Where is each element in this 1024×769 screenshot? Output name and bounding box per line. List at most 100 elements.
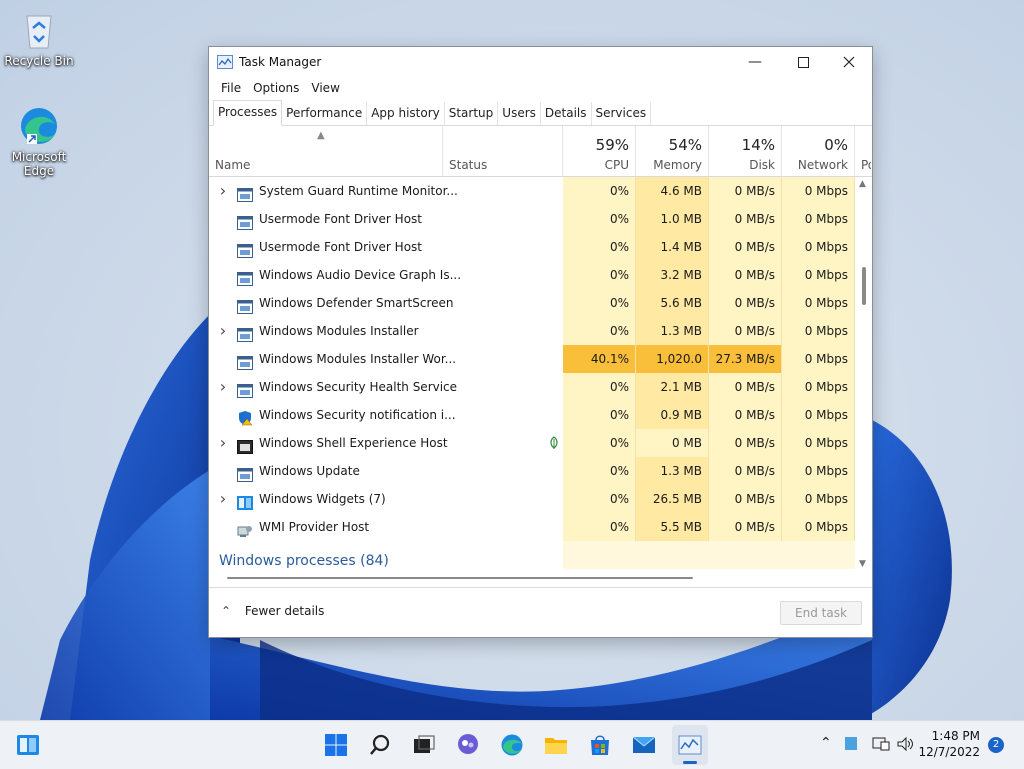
column-header-cpu[interactable]: 59% CPU: [563, 126, 636, 176]
table-row[interactable]: Usermode Font Driver Host 0% 1.0 MB 0 MB/s 0…: [209, 205, 857, 233]
tab-processes[interactable]: Processes: [213, 100, 283, 126]
widgets-icon[interactable]: [16, 733, 40, 757]
process-name-cell: Usermode Font Driver Host: [209, 205, 443, 233]
status-cell: [443, 485, 563, 513]
cpu-total: 59%: [595, 136, 629, 154]
desktop-icon-recycle-bin[interactable]: Recycle Bin: [4, 8, 74, 68]
column-header-row: ▲ Name Status 59% CPU 54% Memory 14% Dis…: [209, 126, 872, 177]
disk-cell: 0 MB/s: [709, 233, 782, 261]
menu-options[interactable]: Options: [247, 81, 305, 95]
store-icon[interactable]: [588, 733, 612, 757]
column-header-network[interactable]: 0% Network: [782, 126, 855, 176]
start-icon[interactable]: [324, 733, 348, 757]
show-hidden-icons-chevron-icon[interactable]: ⌃: [820, 735, 832, 751]
task-manager-window: Task Manager — File Options View Process…: [208, 46, 873, 638]
menu-view[interactable]: View: [305, 81, 345, 95]
table-row[interactable]: Windows Audio Device Graph Is... 0% 3.2 MB…: [209, 261, 857, 289]
task-view-icon[interactable]: [412, 733, 436, 757]
tab-startup[interactable]: Startup: [445, 102, 499, 125]
horizontal-scrollbar[interactable]: [209, 571, 857, 585]
table-row[interactable]: Windows Security notification i... 0% 0.9 …: [209, 401, 857, 429]
table-row[interactable]: › System Guard Runtime Monitor... 0% 4.6 MB…: [209, 177, 857, 205]
desktop-icon-label: Microsoft Edge: [11, 150, 67, 178]
notification-badge[interactable]: 2: [988, 737, 1004, 753]
tab-performance[interactable]: Performance: [282, 102, 368, 125]
edge-icon[interactable]: [500, 733, 524, 757]
table-row[interactable]: › Windows Security Health Service 0% 2.1 MB…: [209, 373, 857, 401]
close-button[interactable]: [826, 47, 872, 77]
sort-ascending-icon: ▲: [317, 130, 325, 141]
scroll-down-icon[interactable]: ▼: [859, 559, 866, 569]
table-row[interactable]: Windows Defender SmartScreen 0% 5.6 MB 0 MB…: [209, 289, 857, 317]
cpu-cell: 0%: [563, 373, 636, 401]
expand-chevron-icon[interactable]: ›: [217, 485, 229, 513]
tab-app-history[interactable]: App history: [367, 102, 445, 125]
cpu-cell: 0%: [563, 261, 636, 289]
title-bar[interactable]: Task Manager —: [209, 47, 872, 77]
column-header-name[interactable]: ▲ Name: [209, 126, 443, 176]
column-header-power[interactable]: Po: [855, 126, 871, 176]
network-total: 0%: [824, 136, 848, 154]
process-name: Usermode Font Driver Host: [259, 240, 422, 254]
fewer-details-button[interactable]: ⌃ Fewer details: [221, 604, 324, 618]
table-row[interactable]: › Windows Modules Installer 0% 1.3 MB 0 MB/s…: [209, 317, 857, 345]
desktop-icon-label: Recycle Bin: [4, 54, 74, 68]
desktop-icon-edge[interactable]: Microsoft Edge: [4, 104, 74, 178]
status-cell: [443, 345, 563, 373]
disk-cell: 0 MB/s: [709, 373, 782, 401]
column-header-disk[interactable]: 14% Disk: [709, 126, 782, 176]
expand-chevron-icon[interactable]: ›: [217, 373, 229, 401]
expand-chevron-icon[interactable]: ›: [217, 177, 229, 205]
column-header-status[interactable]: Status: [443, 126, 563, 176]
scrollbar-thumb[interactable]: [862, 267, 866, 305]
status-cell: [443, 233, 563, 261]
status-cell: [443, 457, 563, 485]
network-cell: 0 Mbps: [782, 485, 855, 513]
end-task-button[interactable]: End task: [780, 601, 862, 625]
memory-cell: 5.5 MB: [636, 513, 709, 541]
cpu-cell: 0%: [563, 233, 636, 261]
tab-services[interactable]: Services: [592, 102, 652, 125]
disk-cell: 0 MB/s: [709, 401, 782, 429]
cpu-cell: 0%: [563, 513, 636, 541]
disk-cell: 0 MB/s: [709, 261, 782, 289]
cpu-cell: 0%: [563, 205, 636, 233]
search-icon[interactable]: [368, 733, 392, 757]
scrollbar-thumb[interactable]: [227, 577, 693, 579]
table-row[interactable]: Windows Modules Installer Wor... 40.1% 1,0…: [209, 345, 857, 394]
volume-icon[interactable]: [896, 736, 914, 752]
expand-chevron-icon[interactable]: ›: [217, 429, 229, 457]
table-row[interactable]: › Windows Shell Experience Host 0% 0 MB 0 MB…: [209, 429, 857, 457]
vertical-scrollbar[interactable]: ▲ ▼: [857, 177, 871, 571]
table-row[interactable]: › Windows Widgets (7) 0% 26.5 MB 0 MB/s 0 Mbp…: [209, 485, 857, 513]
maximize-button[interactable]: [780, 47, 826, 77]
network-cell: 0 Mbps: [782, 261, 855, 289]
column-label: Status: [449, 158, 488, 172]
network-icon[interactable]: [872, 736, 890, 752]
table-row[interactable]: WMI Provider Host 0% 5.5 MB 0 MB/s 0 Mbps: [209, 513, 857, 541]
process-name-cell: › Windows Widgets (7): [209, 485, 443, 513]
security-icon[interactable]: [844, 736, 858, 752]
table-row[interactable]: Usermode Font Driver Host 0% 1.4 MB 0 MB/s 0…: [209, 233, 857, 261]
file-explorer-icon[interactable]: [544, 733, 568, 757]
table-row[interactable]: Windows Update 0% 1.3 MB 0 MB/s 0 Mbps: [209, 457, 857, 485]
window-app-icon: [237, 268, 253, 286]
scroll-up-icon[interactable]: ▲: [859, 179, 866, 189]
process-name-cell: Windows Modules Installer Wor...: [209, 345, 456, 373]
column-label: CPU: [604, 158, 629, 172]
tab-details[interactable]: Details: [541, 102, 592, 125]
clock-time: 1:48 PM: [931, 729, 980, 743]
task-manager-taskbar-button[interactable]: [672, 725, 708, 765]
memory-cell: 26.5 MB: [636, 485, 709, 513]
task-manager-icon: [217, 55, 233, 69]
column-header-memory[interactable]: 54% Memory: [636, 126, 709, 176]
tab-users[interactable]: Users: [498, 102, 541, 125]
mail-icon[interactable]: [632, 733, 656, 757]
menu-file[interactable]: File: [215, 81, 247, 95]
chat-icon[interactable]: [456, 733, 480, 757]
column-label: Po: [861, 158, 871, 172]
group-row[interactable]: Windows processes (84): [209, 541, 857, 569]
minimize-button[interactable]: —: [732, 47, 778, 77]
clock[interactable]: 1:48 PM 12/7/2022: [918, 728, 980, 760]
expand-chevron-icon[interactable]: ›: [217, 317, 229, 345]
